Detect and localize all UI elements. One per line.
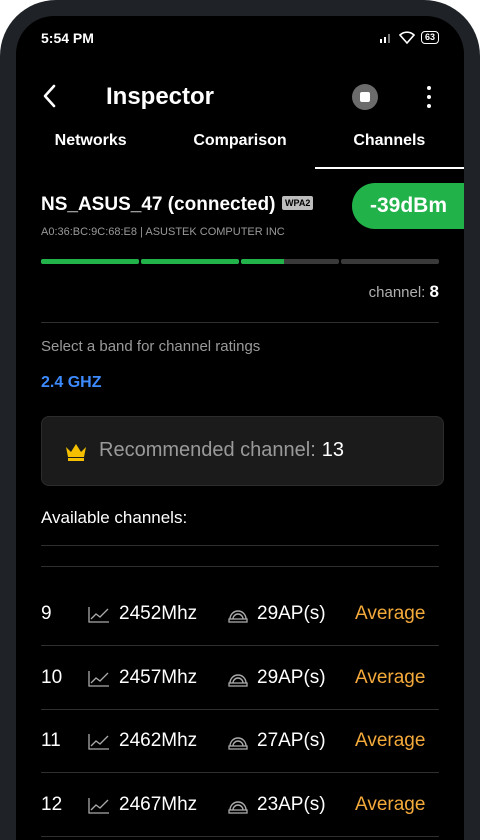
wifi-icon xyxy=(398,31,415,44)
recommended-channel-card: Recommended channel: 13 xyxy=(41,416,444,486)
access-point-count: 23AP(s) xyxy=(257,793,326,815)
channel-rating: Average xyxy=(355,730,426,751)
crown-icon xyxy=(66,444,86,461)
band-prompt: Select a band for channel ratings xyxy=(41,338,261,355)
status-bar: 5:54 PM 63 xyxy=(41,30,439,48)
channel-readout: channel: 8 xyxy=(369,282,439,302)
access-point-count: 29AP(s) xyxy=(257,666,326,688)
access-point-count: 27AP(s) xyxy=(257,730,326,751)
channel-row[interactable]: 11 2462Mhz 27AP(s) Average xyxy=(41,710,439,772)
status-icons: 63 xyxy=(379,30,439,44)
divider xyxy=(41,322,439,323)
channel-rating: Average xyxy=(355,666,426,688)
signal-segment xyxy=(41,259,139,264)
signal-strength-badge: -39dBm xyxy=(352,183,464,229)
access-point-icon xyxy=(227,605,249,623)
page-title: Inspector xyxy=(106,83,215,110)
channel-frequency: 2467Mhz xyxy=(119,793,198,815)
recommended-channel-text: Recommended channel: 13 xyxy=(99,439,344,462)
record-stop-icon[interactable] xyxy=(352,84,378,110)
graph-icon xyxy=(88,732,110,750)
tab-channels[interactable]: Channels xyxy=(315,126,464,170)
channel-row[interactable]: 12 2467Mhz 23AP(s) Average xyxy=(41,774,439,836)
graph-icon xyxy=(88,669,110,687)
back-arrow-icon[interactable] xyxy=(40,82,60,110)
signal-segment xyxy=(341,259,439,264)
channel-frequency: 2457Mhz xyxy=(119,666,198,688)
mac-vendor-text: A0:36:BC:9C:68:E8 | ASUSTEK COMPUTER INC xyxy=(41,226,285,238)
channel-row[interactable]: 10 2457Mhz 29AP(s) Average xyxy=(41,647,439,709)
signal-segment xyxy=(241,259,339,264)
recommended-value: 13 xyxy=(321,439,345,461)
active-tab-indicator xyxy=(315,167,464,169)
channel-row[interactable]: 9 2452Mhz 29AP(s) Average xyxy=(41,583,439,645)
channel-number: 12 xyxy=(41,793,63,815)
status-time: 5:54 PM xyxy=(41,30,94,46)
channel-number: 10 xyxy=(41,666,63,688)
graph-icon xyxy=(88,796,110,814)
network-name: NS_ASUS_47 (connected) xyxy=(41,194,276,215)
channel-number: 9 xyxy=(41,603,52,624)
access-point-icon xyxy=(227,796,249,814)
more-vert-icon[interactable] xyxy=(422,84,436,110)
access-point-count: 29AP(s) xyxy=(257,603,326,624)
divider xyxy=(41,566,439,567)
channel-frequency: 2452Mhz xyxy=(119,603,198,624)
access-point-icon xyxy=(227,669,249,687)
channel-value: 8 xyxy=(429,282,439,301)
divider xyxy=(41,545,439,546)
channel-frequency: 2462Mhz xyxy=(119,730,198,751)
phone-frame: 5:54 PM 63 Inspector Networks Comparison… xyxy=(0,0,480,840)
battery-icon: 63 xyxy=(420,30,439,44)
app-header: Inspector xyxy=(16,68,464,124)
channel-label: channel: xyxy=(368,284,426,301)
tab-comparison[interactable]: Comparison xyxy=(165,126,314,170)
security-badge: WPA2 xyxy=(282,196,314,210)
signal-segment xyxy=(141,259,239,264)
graph-icon xyxy=(88,605,110,623)
tab-networks[interactable]: Networks xyxy=(16,126,165,170)
available-channels-heading: Available channels: xyxy=(41,508,188,527)
band-selector[interactable]: 2.4 GHZ xyxy=(41,374,101,392)
channel-rating: Average xyxy=(355,603,426,624)
channel-number: 11 xyxy=(41,730,61,751)
tab-bar: Networks Comparison Channels xyxy=(16,126,464,170)
cell-signal-icon xyxy=(379,34,390,43)
screen: 5:54 PM 63 Inspector Networks Comparison… xyxy=(16,16,464,840)
access-point-icon xyxy=(227,732,249,750)
signal-meter xyxy=(41,259,439,264)
divider xyxy=(41,835,439,837)
channel-rating: Average xyxy=(355,793,426,815)
recommended-label: Recommended channel: xyxy=(99,439,316,461)
